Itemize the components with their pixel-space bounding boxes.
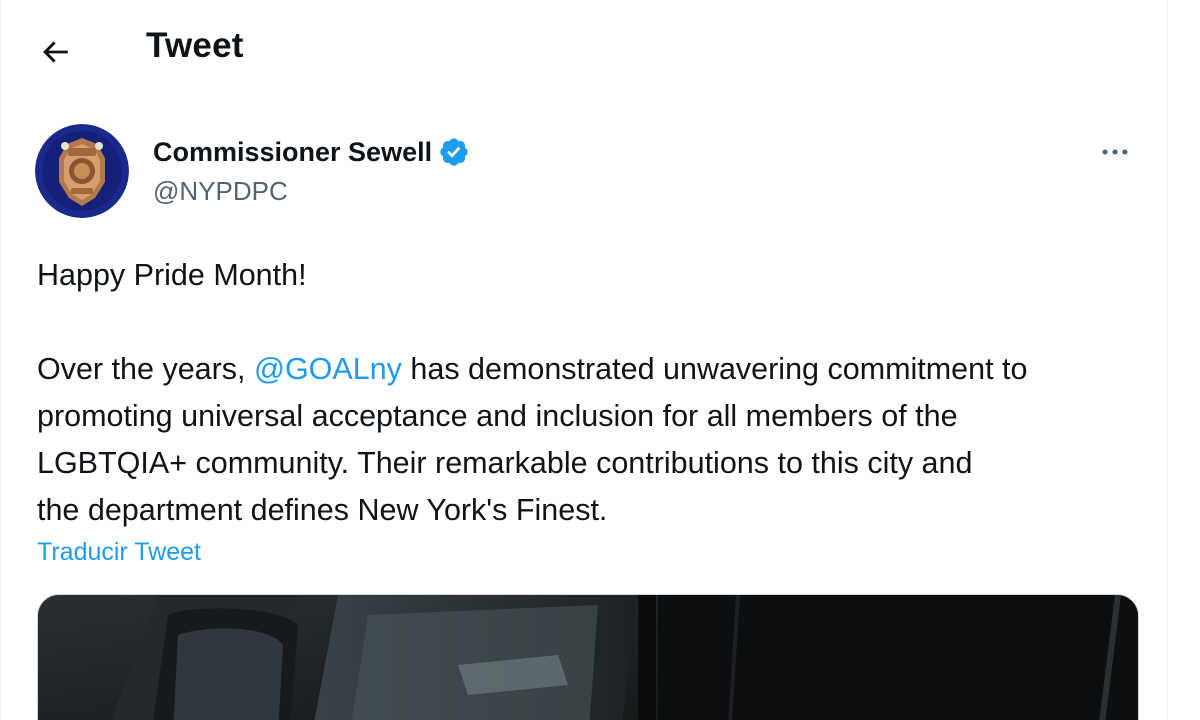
tweet-body: Happy Pride Month! Over the years, @GOAL… xyxy=(37,252,1147,534)
tweet-page: Tweet Commissioner Sewell @NYPDPC Happy … xyxy=(0,0,1168,720)
translate-tweet-link[interactable]: Traducir Tweet xyxy=(37,538,201,567)
tweet-media-image[interactable] xyxy=(37,594,1139,720)
more-dots-icon xyxy=(1102,149,1128,155)
author-name-text: Commissioner Sewell xyxy=(153,136,433,167)
author-display-name[interactable]: Commissioner Sewell xyxy=(153,136,470,168)
tweet-line: the department defines New York's Finest… xyxy=(37,493,608,527)
tweet-author: Commissioner Sewell @NYPDPC xyxy=(35,124,1135,220)
verified-badge-icon xyxy=(440,138,468,166)
nypd-badge-avatar xyxy=(35,124,129,218)
author-handle[interactable]: @NYPDPC xyxy=(153,176,288,207)
tweet-line: Happy Pride Month! xyxy=(37,258,307,292)
tweet-text-segment: Over the years, xyxy=(37,352,254,386)
tweet-line: promoting universal acceptance and inclu… xyxy=(37,399,958,433)
mention-link[interactable]: @GOALny xyxy=(254,352,402,386)
header-bar: Tweet xyxy=(1,0,1167,100)
tweet-line: Over the years, @GOALny has demonstrated… xyxy=(37,346,1147,393)
car-photo xyxy=(38,595,1138,720)
page-title: Tweet xyxy=(146,26,244,65)
arrow-left-icon xyxy=(43,41,68,63)
tweet-line: LGBTQIA+ community. Their remarkable con… xyxy=(37,446,973,480)
tweet-text-segment: has demonstrated unwavering commitment t… xyxy=(401,352,1028,386)
back-button[interactable] xyxy=(31,28,79,76)
more-options-button[interactable] xyxy=(1095,132,1135,172)
avatar[interactable] xyxy=(35,124,129,218)
